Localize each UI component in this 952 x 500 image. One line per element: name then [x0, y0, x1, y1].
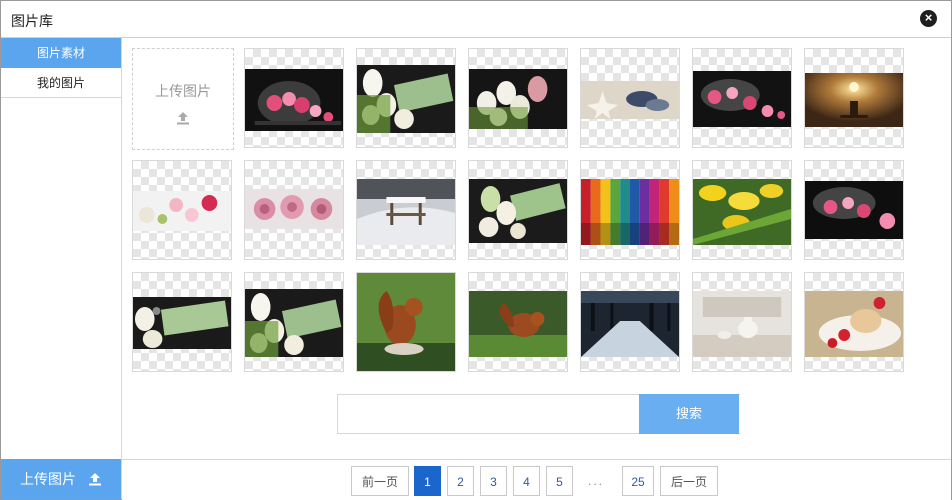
photo-tea-set: [693, 291, 791, 357]
sidebar-item-my-images[interactable]: 我的图片: [1, 68, 121, 98]
image-thumb-yellow-tulips[interactable]: [692, 160, 792, 260]
photo-sweet-home-sign: [133, 297, 231, 349]
image-thumb-forest-road[interactable]: [580, 272, 680, 372]
photo-tulips-eggs: [469, 69, 567, 129]
photo-tulips-sweet-home-2: [245, 289, 343, 357]
image-thumb-flowers-row[interactable]: [132, 160, 232, 260]
image-thumb-dessert-strawberry[interactable]: [804, 272, 904, 372]
photo-colorful-wood: [581, 179, 679, 245]
photo-squirrel-grass: [469, 291, 567, 357]
photo-snow-bench: [357, 179, 455, 245]
upload-icon: [88, 473, 101, 486]
page-button-1[interactable]: 1: [414, 466, 441, 496]
image-thumb-candy-jar-dark[interactable]: [804, 160, 904, 260]
image-library-dialog: 图片库 × 图片素材 我的图片 上传图片 上传图片 搜索 前一页 1 2 3 4…: [0, 0, 952, 500]
page-button-3[interactable]: 3: [480, 466, 507, 496]
search-button[interactable]: 搜索: [639, 394, 739, 434]
photo-dessert-strawberry: [805, 291, 903, 357]
photo-yellow-tulips: [693, 179, 791, 245]
photo-tulips-sweet-home: [357, 65, 455, 133]
photo-shells-beach: [581, 81, 679, 119]
photo-lamp-room: [805, 73, 903, 127]
image-thumb-lamp-room[interactable]: [804, 48, 904, 148]
page-button-4[interactable]: 4: [513, 466, 540, 496]
upload-icon: [177, 112, 189, 125]
image-thumb-colorful-wood[interactable]: [580, 160, 680, 260]
image-thumb-tea-set[interactable]: [692, 272, 792, 372]
title-bar: 图片库 ×: [1, 1, 951, 38]
image-thumb-shells-beach[interactable]: [580, 48, 680, 148]
content-area: 上传图片 搜索: [122, 38, 951, 459]
image-thumb-snow-bench[interactable]: [356, 160, 456, 260]
image-thumb-squirrel-grass[interactable]: [468, 272, 568, 372]
dialog-title: 图片库: [11, 13, 53, 29]
sidebar: 图片素材 我的图片 上传图片: [1, 38, 122, 499]
next-page-button[interactable]: 后一页: [660, 466, 718, 496]
page-ellipsis: ...: [581, 466, 611, 496]
image-thumb-tulips-sweet-home[interactable]: [356, 48, 456, 148]
photo-candy-jar-spill: [693, 71, 791, 127]
page-button-2[interactable]: 2: [447, 466, 474, 496]
close-icon[interactable]: ×: [920, 10, 937, 27]
page-button-5[interactable]: 5: [546, 466, 573, 496]
image-thumb-roses[interactable]: [244, 160, 344, 260]
image-thumb-candy-jar[interactable]: [244, 48, 344, 148]
photo-tulips-sweet-home-green: [469, 179, 567, 243]
photo-forest-road: [581, 291, 679, 357]
pagination-bar: 前一页 1 2 3 4 5 ... 25 后一页: [122, 459, 951, 500]
image-thumb-sweet-home-sign[interactable]: [132, 272, 232, 372]
sidebar-item-materials[interactable]: 图片素材: [1, 38, 121, 68]
prev-page-button[interactable]: 前一页: [351, 466, 409, 496]
photo-candy-jar-dark: [805, 181, 903, 239]
upload-tile-label: 上传图片: [155, 83, 211, 99]
photo-red-squirrel: [357, 273, 455, 371]
sidebar-upload-label: 上传图片: [20, 471, 77, 487]
photo-flowers-row: [133, 191, 231, 231]
sidebar-upload-button[interactable]: 上传图片: [1, 459, 121, 499]
image-thumb-candy-jar-spill[interactable]: [692, 48, 792, 148]
photo-roses: [245, 189, 343, 229]
photo-candy-jar: [245, 69, 343, 131]
image-thumb-tulips-eggs[interactable]: [468, 48, 568, 148]
page-button-25[interactable]: 25: [622, 466, 654, 496]
image-thumb-tulips-sweet-home-green[interactable]: [468, 160, 568, 260]
upload-tile[interactable]: 上传图片: [132, 48, 234, 150]
image-thumb-red-squirrel[interactable]: [356, 272, 456, 372]
image-thumb-tulips-sweet-home-2[interactable]: [244, 272, 344, 372]
